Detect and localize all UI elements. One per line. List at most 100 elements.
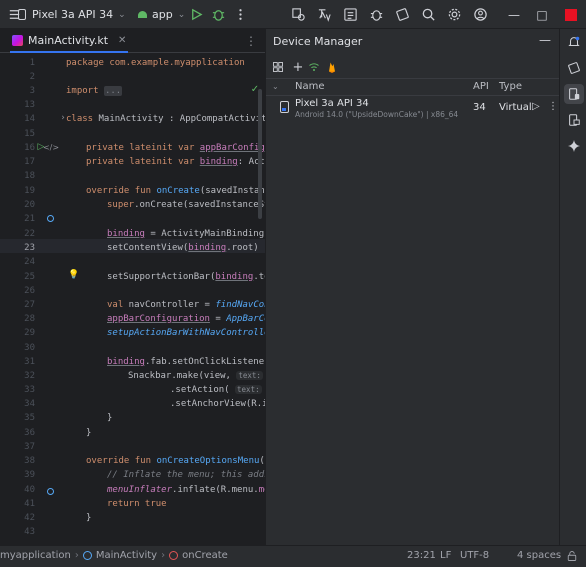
device-name: Pixel 3a API 34 [295, 98, 369, 109]
column-header-name[interactable]: Name [295, 81, 325, 92]
account-icon[interactable] [472, 6, 488, 22]
device-grid-icon[interactable] [270, 59, 286, 75]
code-token: private lateinit var [86, 143, 195, 153]
code-token: super [107, 200, 135, 210]
device-explorer-icon[interactable] [564, 110, 584, 130]
code-token: MainActivity : AppCompatActivity [93, 114, 266, 124]
indent-setting[interactable]: 4 spaces [517, 550, 561, 561]
line-number: 15 [24, 129, 35, 139]
sort-icon[interactable]: ⌄ [272, 82, 279, 91]
code-editor[interactable]: MainActivity.kt ✕ ⋮ 1 2 3 13 14 15 16 17 18 19 20 2… [0, 29, 265, 545]
maximize-window-button[interactable]: □ [528, 0, 556, 29]
wifi-pairing-icon[interactable] [306, 59, 322, 75]
readonly-lock-icon[interactable] [566, 550, 578, 562]
bug-icon[interactable] [368, 6, 384, 22]
device-manager-toolbar: + [266, 56, 560, 78]
gear-icon[interactable] [446, 6, 462, 22]
code-token: = [209, 314, 227, 324]
column-header-api[interactable]: API [473, 81, 489, 92]
code-token: package com.example.myapplication [66, 58, 245, 68]
override-gutter-icon[interactable] [45, 213, 55, 223]
search-icon[interactable] [420, 6, 436, 22]
code-line-3: import ... [66, 84, 123, 98]
minimize-window-button[interactable]: — [500, 0, 528, 29]
code-line-16: private lateinit var appBarConfigu [86, 141, 265, 155]
code-token: .setAnchorView(R.i [170, 399, 265, 409]
device-mirror-icon[interactable] [394, 6, 410, 22]
code-area[interactable]: package com.example.myapplication import… [66, 53, 265, 545]
firebase-icon[interactable] [324, 59, 340, 75]
code-line-32: Snackbar.make(view, text: " [128, 369, 265, 383]
code-token: onCreate [156, 186, 200, 196]
code-line-35: } [107, 411, 112, 425]
column-header-type[interactable]: Type [499, 81, 522, 92]
device-subtitle: Android 14.0 ("UpsideDownCake") | x86_64 [295, 110, 459, 119]
code-token: findNavCon [215, 300, 265, 310]
translate-icon[interactable] [316, 6, 332, 22]
folded-imports[interactable]: ... [103, 86, 123, 96]
more-vertical-icon[interactable]: ⋮ [548, 101, 558, 112]
layout-inspector-icon[interactable] [290, 6, 306, 22]
hide-panel-button[interactable]: — [539, 33, 551, 47]
line-separator[interactable]: LF [440, 550, 451, 561]
code-token: .setAction( [170, 385, 236, 395]
code-token: override fun [86, 456, 152, 466]
run-icon[interactable] [188, 6, 204, 22]
tab-main-activity[interactable]: MainActivity.kt ✕ [10, 29, 129, 53]
line-number: 26 [24, 286, 35, 296]
layout-preview-icon[interactable]: </> [43, 142, 59, 152]
phone-icon [280, 101, 289, 113]
code-token: appBarConfiguration [107, 314, 210, 324]
code-token: binding [107, 229, 145, 239]
logcat-icon[interactable] [342, 6, 358, 22]
param-hint: text: [236, 371, 263, 380]
more-vertical-icon[interactable] [232, 6, 248, 22]
file-encoding[interactable]: UTF-8 [460, 550, 489, 561]
run-config-selector[interactable]: app ⌄ [138, 6, 185, 23]
line-number: 27 [24, 300, 35, 310]
code-token: val [107, 300, 124, 310]
close-tab-icon[interactable]: ✕ [118, 35, 126, 46]
code-line-36: } [86, 426, 91, 440]
code-token: binding [199, 157, 238, 167]
running-devices-icon[interactable] [564, 58, 584, 78]
device-manager-panel: Device Manager — + ⌄ Name API Type Pixel… [265, 29, 560, 545]
code-token: onCreateOptionsMenu [156, 456, 260, 466]
code-line-23: setContentView(binding.root) [107, 241, 259, 255]
code-line-31: binding.fab.setOnClickListener [107, 355, 265, 369]
code-line-25: setSupportActionBar(binding.to [107, 270, 265, 284]
function-icon [169, 551, 179, 560]
code-token: .inflate(R.menu. [172, 485, 259, 495]
chevron-down-icon: ⌄ [118, 9, 126, 20]
notifications-icon[interactable] [564, 32, 584, 52]
breadcrumb-symbol[interactable]: onCreate [182, 550, 228, 561]
breadcrumb-project[interactable]: myapplication [0, 550, 71, 561]
code-line-33: .setAction( text: "A [170, 383, 265, 397]
close-window-button[interactable] [556, 0, 586, 29]
caret-position[interactable]: 23:21 [407, 550, 436, 561]
code-token: setSupportActionBar( [107, 272, 216, 282]
line-number: 14 [24, 114, 35, 124]
device-row[interactable]: Pixel 3a API 34 Android 14.0 ("UpsideDow… [266, 96, 560, 121]
start-device-icon[interactable]: ▷ [532, 101, 540, 112]
device-manager-title: Device Manager [273, 35, 363, 48]
line-number: 42 [24, 513, 35, 523]
device-selector[interactable]: Pixel 3a API 34 ⌄ [18, 6, 126, 23]
gemini-icon[interactable] [564, 136, 584, 156]
add-device-icon[interactable]: + [290, 59, 306, 75]
code-line-20: super.onCreate(savedInstanceSt [107, 198, 265, 212]
override-gutter-icon[interactable] [45, 486, 55, 496]
code-token: .onCreate(savedInstanceSt [134, 200, 265, 210]
code-token: } [86, 428, 92, 438]
kotlin-file-icon [82, 551, 92, 560]
code-token: return true [107, 499, 167, 509]
code-token: setContentView( [107, 243, 189, 253]
breadcrumb-file[interactable]: MainActivity [96, 550, 157, 561]
line-number-gutter: 1 2 3 13 14 15 16 17 18 19 20 21 22 23 24 25 26 27 28 29 30 3… [0, 53, 62, 545]
title-bar: Pixel 3a API 34 ⌄ app ⌄ — □ [0, 0, 586, 29]
editor-scrollbar[interactable] [258, 89, 262, 219]
code-token: (savedInstanc [199, 186, 265, 196]
device-manager-icon[interactable] [564, 84, 584, 104]
more-vertical-icon[interactable]: ⋮ [245, 34, 257, 48]
debug-icon[interactable] [210, 6, 226, 22]
